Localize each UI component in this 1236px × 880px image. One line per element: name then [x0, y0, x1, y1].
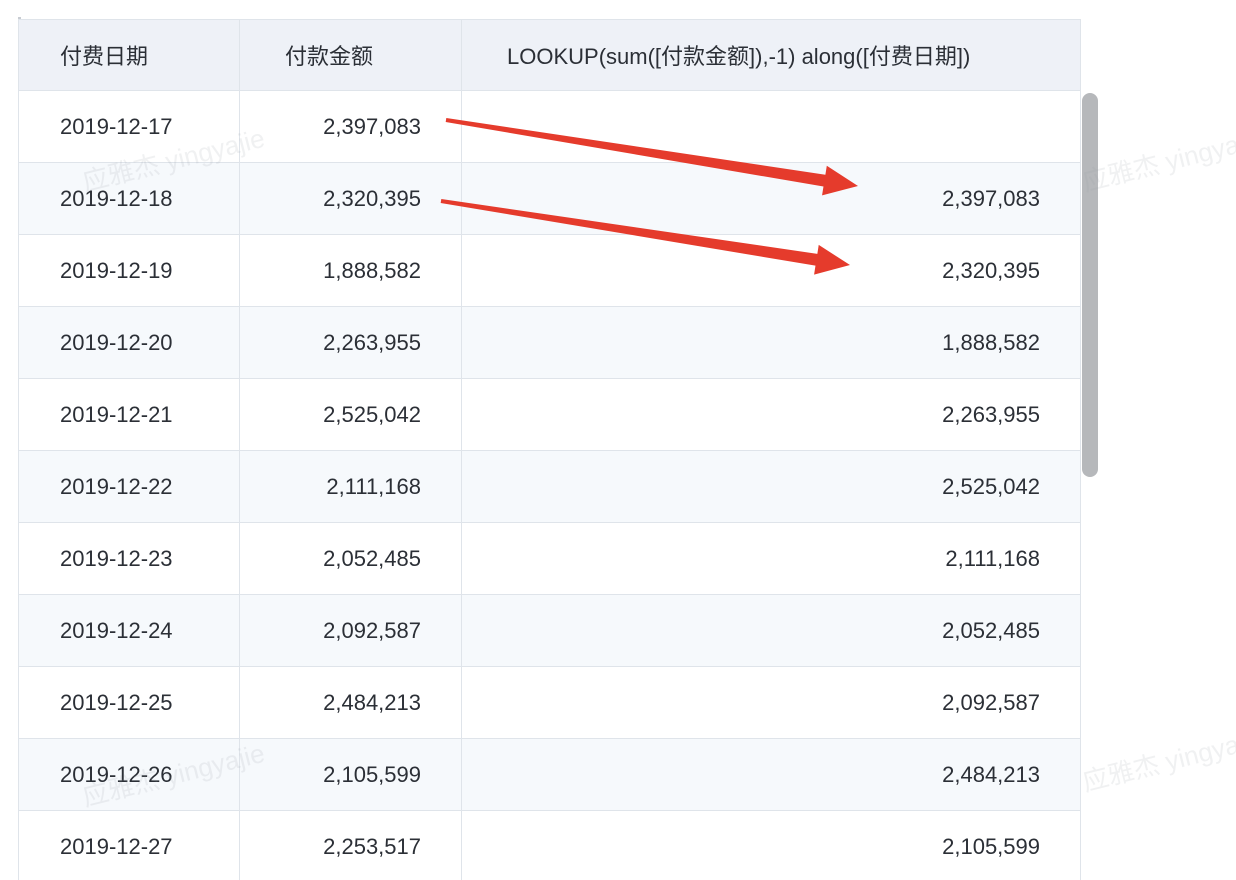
data-table: 付费日期 付款金额 LOOKUP(sum([付款金额]),-1) along([… [18, 19, 1081, 880]
cell-payment-amount: 2,484,213 [240, 667, 462, 738]
column-header-payment-date[interactable]: 付费日期 [19, 20, 240, 90]
table-body: 2019-12-17 2,397,083 2019-12-18 2,320,395 2,… [19, 91, 1080, 880]
table-row[interactable]: 2019-12-23 2,052,485 2,111,168 [19, 523, 1080, 595]
cell-lookup-value: 2,525,042 [942, 473, 1040, 499]
vertical-scrollbar-thumb[interactable] [1082, 93, 1098, 477]
table-row[interactable]: 2019-12-25 2,484,213 2,092,587 [19, 667, 1080, 739]
column-header-lookup[interactable]: LOOKUP(sum([付款金额]),-1) along([付费日期]) [462, 20, 1080, 90]
cell-payment-date: 2019-12-19 [19, 235, 240, 306]
table-row[interactable]: 2019-12-24 2,092,587 2,052,485 [19, 595, 1080, 667]
cell-payment-date: 2019-12-20 [19, 307, 240, 378]
cell-lookup-value: 2,105,599 [942, 833, 1040, 859]
table-row[interactable]: 2019-12-21 2,525,042 2,263,955 [19, 379, 1080, 451]
cell-payment-date: 2019-12-18 [19, 163, 240, 234]
cell-payment-amount: 2,320,395 [240, 163, 462, 234]
cell-payment-amount: 2,397,083 [240, 91, 462, 162]
cell-lookup-value: 2,484,213 [942, 761, 1040, 787]
watermark-text: 应雅杰 yingyajie [1079, 722, 1236, 798]
cell-payment-amount: 2,092,587 [240, 595, 462, 666]
watermark-text: 应雅杰 yingyajie [1079, 122, 1236, 198]
lookup-table-screenshot: 付费日期 付款金额 LOOKUP(sum([付款金额]),-1) along([… [0, 0, 1236, 880]
cell-lookup-value [462, 91, 1080, 162]
cell-payment-amount: 2,263,955 [240, 307, 462, 378]
table-row[interactable]: 2019-12-19 1,888,582 2,320,395 [19, 235, 1080, 307]
cell-lookup-value: 2,263,955 [942, 401, 1040, 427]
table-row[interactable]: 2019-12-22 2,111,168 2,525,042 [19, 451, 1080, 523]
cell-payment-date: 2019-12-25 [19, 667, 240, 738]
table-row[interactable]: 2019-12-26 2,105,599 2,484,213 [19, 739, 1080, 811]
cell-lookup-value: 2,052,485 [942, 617, 1040, 643]
table-row[interactable]: 2019-12-27 2,253,517 2,105,599 [19, 811, 1080, 880]
cell-payment-date: 2019-12-23 [19, 523, 240, 594]
cell-payment-date: 2019-12-21 [19, 379, 240, 450]
cell-payment-date: 2019-12-26 [19, 739, 240, 810]
cell-lookup-value: 2,111,168 [945, 545, 1040, 571]
cell-payment-amount: 1,888,582 [240, 235, 462, 306]
cell-payment-date: 2019-12-22 [19, 451, 240, 522]
cell-lookup-value: 2,397,083 [942, 185, 1040, 211]
table-row[interactable]: 2019-12-20 2,263,955 1,888,582 [19, 307, 1080, 379]
cell-payment-amount: 2,052,485 [240, 523, 462, 594]
table-header-row: 付费日期 付款金额 LOOKUP(sum([付款金额]),-1) along([… [19, 20, 1080, 91]
cell-payment-amount: 2,105,599 [240, 739, 462, 810]
cell-payment-amount: 2,525,042 [240, 379, 462, 450]
cell-payment-date: 2019-12-24 [19, 595, 240, 666]
column-header-payment-amount[interactable]: 付款金额 [240, 20, 462, 90]
cell-payment-date: 2019-12-17 [19, 91, 240, 162]
cell-lookup-value: 1,888,582 [942, 329, 1040, 355]
cell-lookup-value: 2,320,395 [942, 257, 1040, 283]
cell-payment-amount: 2,111,168 [240, 451, 462, 522]
table-row[interactable]: 2019-12-17 2,397,083 [19, 91, 1080, 163]
cell-lookup-value: 2,092,587 [942, 689, 1040, 715]
table-row[interactable]: 2019-12-18 2,320,395 2,397,083 [19, 163, 1080, 235]
cell-payment-amount: 2,253,517 [240, 811, 462, 880]
cell-payment-date: 2019-12-27 [19, 811, 240, 880]
